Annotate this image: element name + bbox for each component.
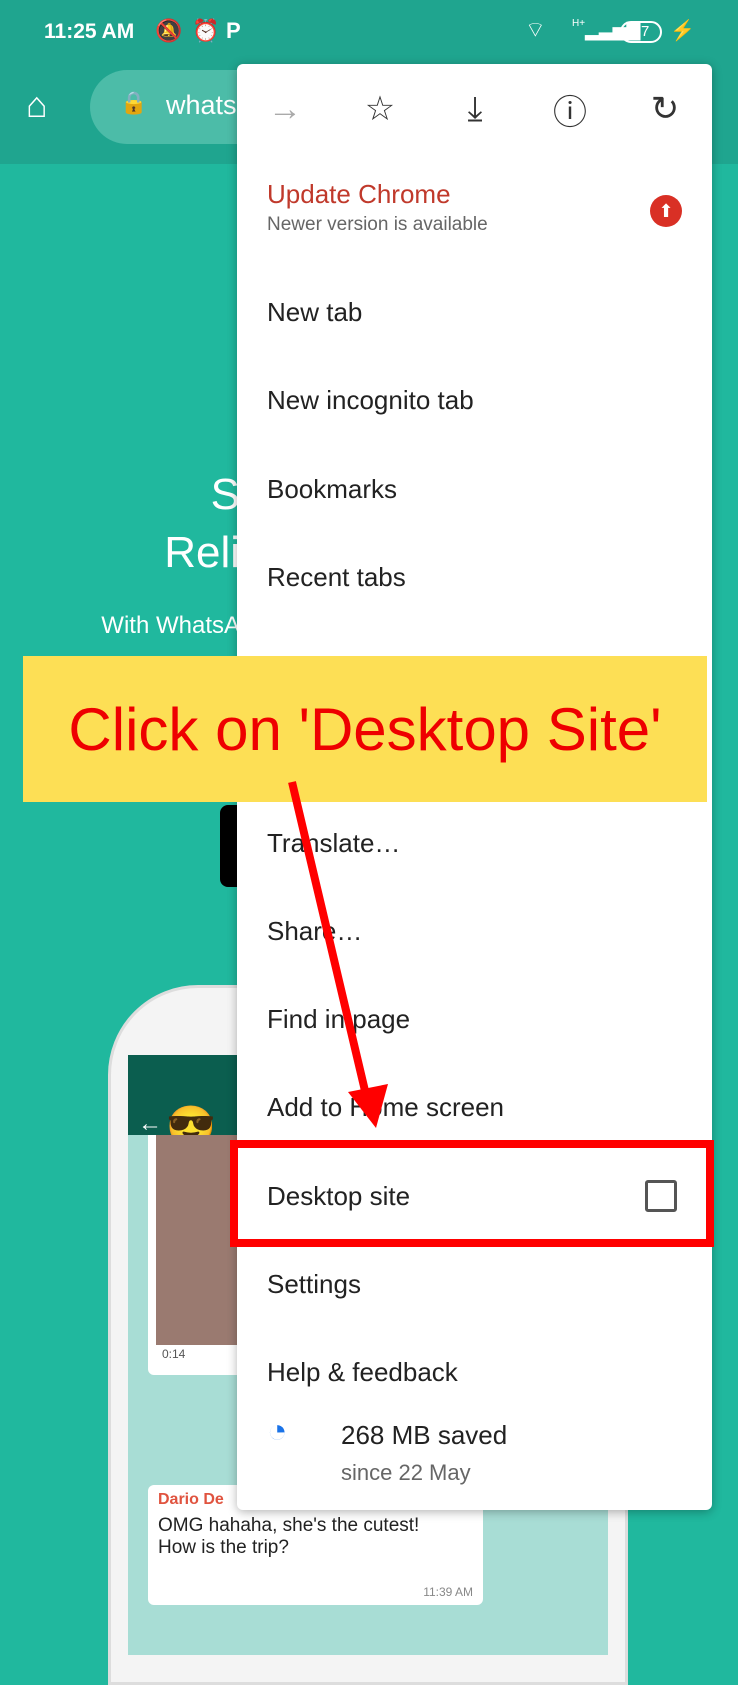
annotation-arrow: [288, 781, 388, 1128]
arrow-head: [348, 1084, 388, 1128]
arrow-shaft: [288, 781, 370, 1096]
